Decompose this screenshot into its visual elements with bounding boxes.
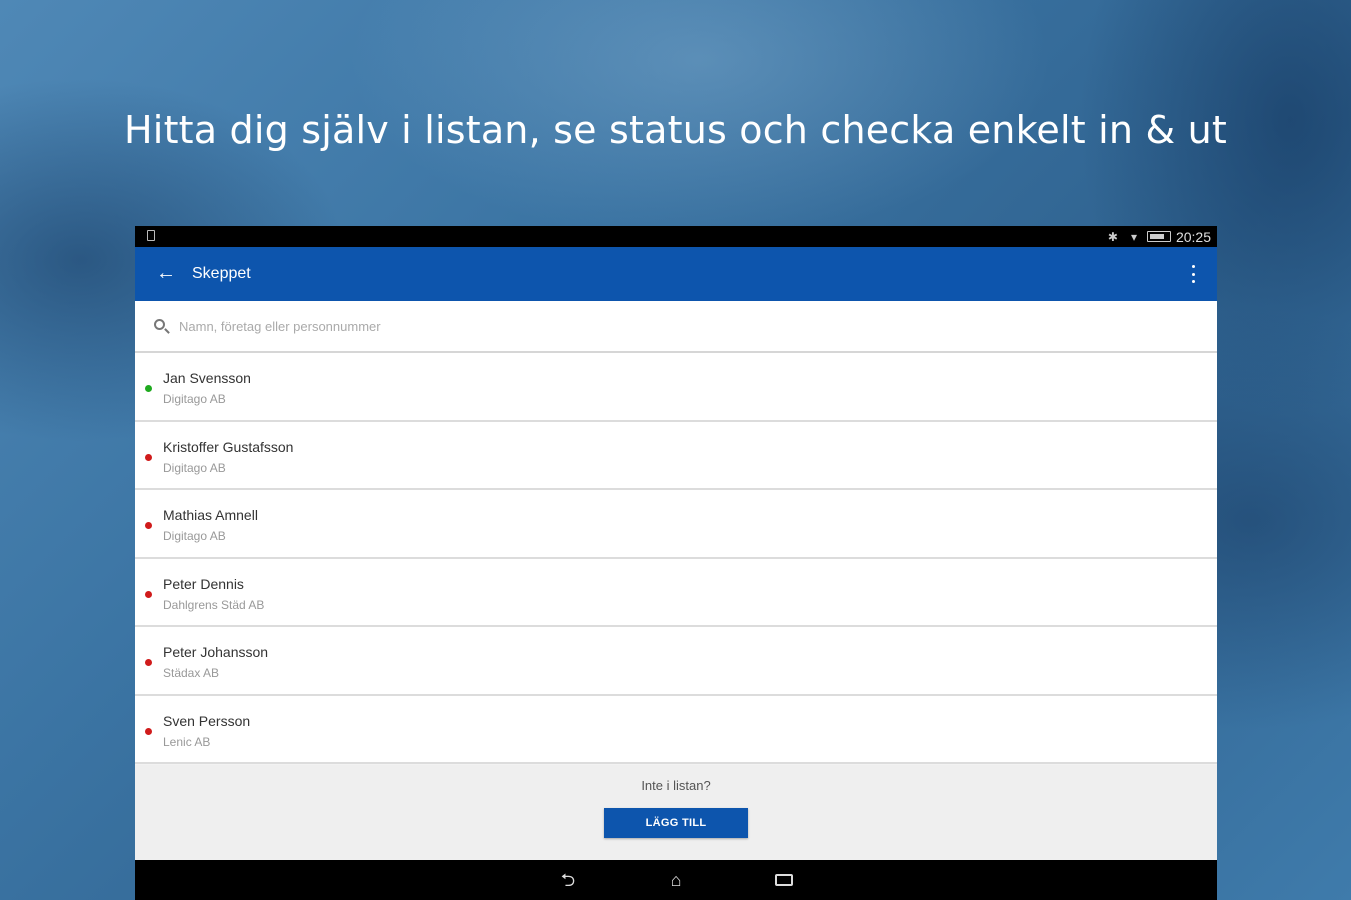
person-name: Jan Svensson [163, 370, 251, 386]
list-item[interactable]: Mathias Amnell Digitago AB [135, 490, 1217, 559]
battery-icon [1146, 231, 1171, 242]
list-item[interactable]: Jan Svensson Digitago AB [135, 353, 1217, 422]
home-icon[interactable]: ⌂ [664, 870, 688, 890]
list-item[interactable]: Kristoffer Gustafsson Digitago AB [135, 421, 1217, 490]
status-dot [145, 522, 152, 529]
person-company: Städax AB [163, 666, 220, 680]
person-company: Lenic AB [163, 734, 211, 749]
search-icon [154, 319, 165, 330]
app-bar-title: Skeppet [192, 265, 251, 282]
not-in-list-prompt: Inte i listan? [641, 778, 711, 793]
wifi-icon: ▾ [1130, 229, 1137, 244]
main-content: Jan Svensson Digitago AB Kristoffer Gust… [135, 301, 1217, 860]
status-clock: 20:25 [1175, 228, 1211, 245]
status-dot [145, 590, 152, 598]
person-company: Digitago AB [163, 529, 226, 543]
promo-headline: Hitta dig själv i listan, se status och … [124, 108, 1227, 152]
person-name: Sven Persson [163, 712, 251, 729]
person-company: Dahlgrens Städ AB [163, 597, 265, 612]
status-dot [145, 727, 152, 735]
list-item[interactable]: Peter Dennis Dahlgrens Städ AB [135, 558, 1217, 627]
search-input[interactable] [179, 314, 1079, 338]
list-item[interactable]: Sven Persson Lenic AB [135, 695, 1217, 764]
bluetooth-icon: ✱ [1107, 229, 1118, 244]
more-vert-icon[interactable] [1189, 265, 1197, 283]
recent-apps-icon[interactable] [772, 870, 796, 890]
status-bar: ✱ ▾ 20:25 [135, 226, 1217, 247]
status-dot [145, 453, 152, 461]
notification-icon [147, 230, 155, 241]
list-item[interactable]: Peter Johansson Städax AB [135, 627, 1217, 696]
back-icon[interactable]: ⮌ [556, 870, 580, 890]
people-list: Jan Svensson Digitago AB Kristoffer Gust… [135, 353, 1217, 764]
add-button[interactable]: LÄGG TILL [604, 808, 748, 838]
person-name: Peter Dennis [163, 575, 244, 592]
status-dot [145, 385, 152, 392]
tablet-screen: ✱ ▾ 20:25 ← Skeppet Jan Svensson Digitag… [135, 226, 1217, 900]
app-bar: ← Skeppet [135, 247, 1217, 301]
person-name: Peter Johansson [163, 644, 269, 660]
person-name: Kristoffer Gustafsson [163, 438, 294, 455]
system-nav-bar: ⮌ ⌂ [135, 860, 1217, 900]
search-bar [135, 301, 1217, 353]
status-dot [145, 659, 152, 666]
status-icons: ✱ ▾ 20:25 [1105, 228, 1211, 245]
add-footer: Inte i listan? LÄGG TILL [135, 765, 1217, 860]
arrow-left-icon[interactable]: ← [155, 262, 177, 284]
person-company: Digitago AB [163, 392, 226, 406]
person-name: Mathias Amnell [163, 507, 258, 523]
person-company: Digitago AB [163, 460, 226, 475]
